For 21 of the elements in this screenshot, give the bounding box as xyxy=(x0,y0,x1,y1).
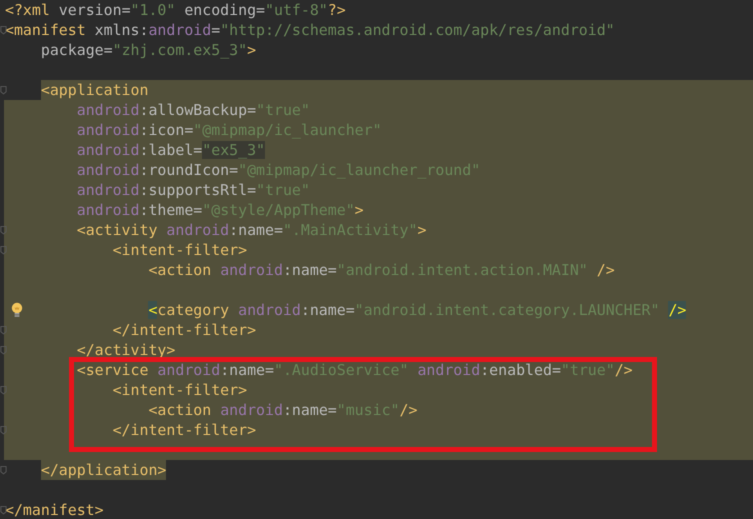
fold-marker-icon[interactable] xyxy=(0,385,7,395)
code-line: </intent-filter> xyxy=(112,320,256,340)
code-line: </manifest> xyxy=(5,500,104,519)
lightbulb-icon[interactable] xyxy=(11,302,23,318)
code-line: android:label="ex5_3" xyxy=(76,140,266,160)
fold-marker-icon[interactable] xyxy=(0,345,7,355)
fold-marker-icon[interactable] xyxy=(0,325,7,335)
code-line: package="zhj.com.ex5_3"> xyxy=(40,40,256,60)
fold-marker-icon[interactable] xyxy=(0,85,7,95)
fold-marker-icon[interactable] xyxy=(0,465,7,475)
fold-marker-icon[interactable] xyxy=(0,425,7,435)
fold-marker-icon[interactable] xyxy=(0,25,7,35)
code-line: <intent-filter> xyxy=(112,380,248,400)
code-line: <manifest xmlns:android="http://schemas.android.com/apk/res/android" xyxy=(5,20,615,40)
code-line: <?xml version="1.0" encoding="utf-8"?> xyxy=(5,0,346,20)
code-line: <intent-filter> xyxy=(112,240,248,260)
code-line: </intent-filter> xyxy=(112,420,256,440)
fold-marker-icon[interactable] xyxy=(0,245,7,255)
code-line: </activity> xyxy=(76,340,176,360)
fold-marker-icon[interactable] xyxy=(0,505,7,515)
fold-marker-icon[interactable] xyxy=(0,225,7,235)
